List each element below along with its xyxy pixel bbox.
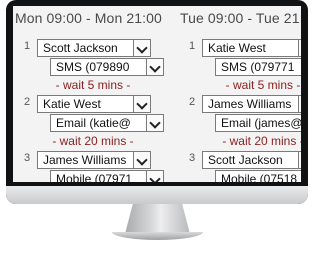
monitor-stand (125, 204, 190, 234)
entry-number: 1 (24, 40, 31, 52)
wait-label: - wait 20 mins - (52, 134, 134, 148)
contact-method-select[interactable]: SMS (079890 (50, 58, 164, 76)
escalation-entry: 1 Scott Jackson SMS (079890 - wait 5 min… (13, 36, 173, 92)
person-select[interactable]: Scott Jackson (37, 39, 151, 57)
entry-number: 2 (189, 96, 196, 108)
escalation-entry: 3 Scott Jackson Mobile (07518 (178, 148, 301, 182)
chevron-down-icon[interactable] (133, 40, 150, 56)
wait-label: - wait 5 mins - (55, 78, 131, 92)
chevron-down-icon[interactable] (146, 59, 163, 75)
entry-number: 1 (189, 40, 196, 52)
contact-method-select[interactable]: Mobile (07518 (215, 170, 301, 182)
monitor-stand-base (112, 232, 203, 240)
monitor-chin (6, 186, 308, 204)
contact-method-select[interactable]: Mobile (07971 (50, 170, 164, 182)
escalation-entry: 2 James Williams Email (james@ - wait 20… (178, 92, 301, 148)
wait-label: - wait 20 mins - (222, 134, 301, 148)
chevron-down-icon[interactable] (133, 152, 150, 168)
person-select[interactable]: James Williams (202, 95, 301, 113)
entry-number: 3 (24, 152, 31, 164)
chevron-down-icon[interactable] (298, 40, 301, 56)
escalation-entry: 3 James Williams Mobile (07971 (13, 148, 173, 182)
person-select[interactable]: Scott Jackson (202, 151, 301, 169)
chevron-down-icon[interactable] (298, 96, 301, 112)
contact-method-select[interactable]: Email (katie@ (50, 114, 164, 132)
chevron-down-icon[interactable] (298, 152, 301, 168)
escalation-entry: 2 Katie West Email (katie@ - wait 20 min… (13, 92, 173, 148)
entry-number: 2 (24, 96, 31, 108)
escalation-entry: 1 Katie West SMS (079771 - wait 5 mins - (178, 36, 301, 92)
person-select[interactable]: Katie West (37, 95, 151, 113)
wait-label: - wait 5 mins - (225, 78, 301, 92)
contact-method-select[interactable]: SMS (079771 (215, 58, 301, 76)
contact-method-select[interactable]: Email (james@ (215, 114, 301, 132)
chevron-down-icon[interactable] (133, 96, 150, 112)
chevron-down-icon[interactable] (146, 171, 163, 182)
person-select[interactable]: James Williams (37, 151, 151, 169)
screen: Mon 09:00 - Mon 21:00 1 Scott Jackson SM… (13, 6, 301, 182)
column-header: Tue 09:00 - Tue 21:00 (180, 10, 301, 26)
column-header: Mon 09:00 - Mon 21:00 (15, 10, 162, 26)
chevron-down-icon[interactable] (146, 115, 163, 131)
person-select[interactable]: Katie West (202, 39, 301, 57)
entry-number: 3 (189, 152, 196, 164)
